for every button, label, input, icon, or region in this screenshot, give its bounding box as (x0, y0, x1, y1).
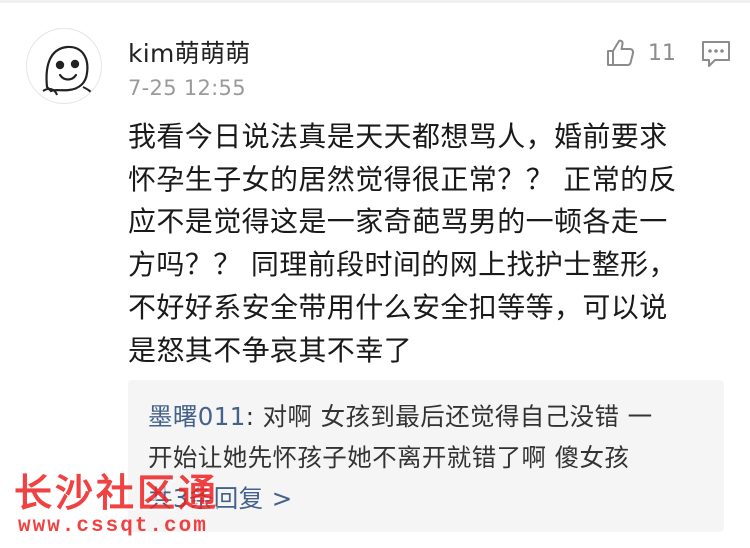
reply-line: 开始让她先怀孩子她不离开就错了啊 傻女孩 (148, 443, 630, 472)
comment-username[interactable]: kim萌萌萌 (128, 34, 251, 70)
like-button[interactable]: 11 (604, 36, 676, 70)
reply-separator: : (245, 402, 263, 431)
comment-body-line: 怀孕生子女的居然觉得很正常？？ 正常的反 (128, 162, 677, 196)
comment-body-line: 我看今日说法真是天天都想骂人，婚前要求 (128, 120, 668, 153)
reply-text: 墨曙011: 对啊 女孩到最后还觉得自己没错 一 开始让她先怀孩子她不离开就错了… (148, 396, 720, 478)
reply-first-line: 墨曙011: 对啊 女孩到最后还觉得自己没错 一 (148, 396, 720, 437)
thumbs-up-icon (607, 39, 635, 66)
comment-timestamp: 7-25 12:55 (128, 76, 246, 100)
watermark-title: 长沙社区通 (14, 471, 220, 515)
reply-line: 对啊 女孩到最后还觉得自己没错 一 (262, 402, 653, 431)
like-count: 11 (648, 40, 676, 66)
comment-bubble-icon (702, 41, 730, 67)
reply-author[interactable]: 墨曙011 (148, 402, 246, 431)
top-divider (0, 0, 750, 3)
comment-body-line: 是怒其不争哀其不幸了 (128, 333, 413, 367)
comment-body-line: 方吗？？ 同理前段时间的网上找护士整形， (128, 248, 677, 282)
watermark-url: www.cssqt.com (18, 515, 208, 538)
comment-body-line: 应不是觉得这是一家奇葩骂男的一顿各走一 (128, 205, 668, 239)
comment-body-line: 不好好系安全带用什么安全扣等等，可以说 (128, 290, 668, 324)
cartoon-face-avatar-icon (42, 45, 94, 96)
avatar[interactable] (26, 28, 102, 104)
comment-button[interactable] (701, 40, 731, 68)
comment-body: 我看今日说法真是天天都想骂人，婚前要求 怀孕生子女的居然觉得很正常？？ 正常的反… (128, 116, 728, 372)
